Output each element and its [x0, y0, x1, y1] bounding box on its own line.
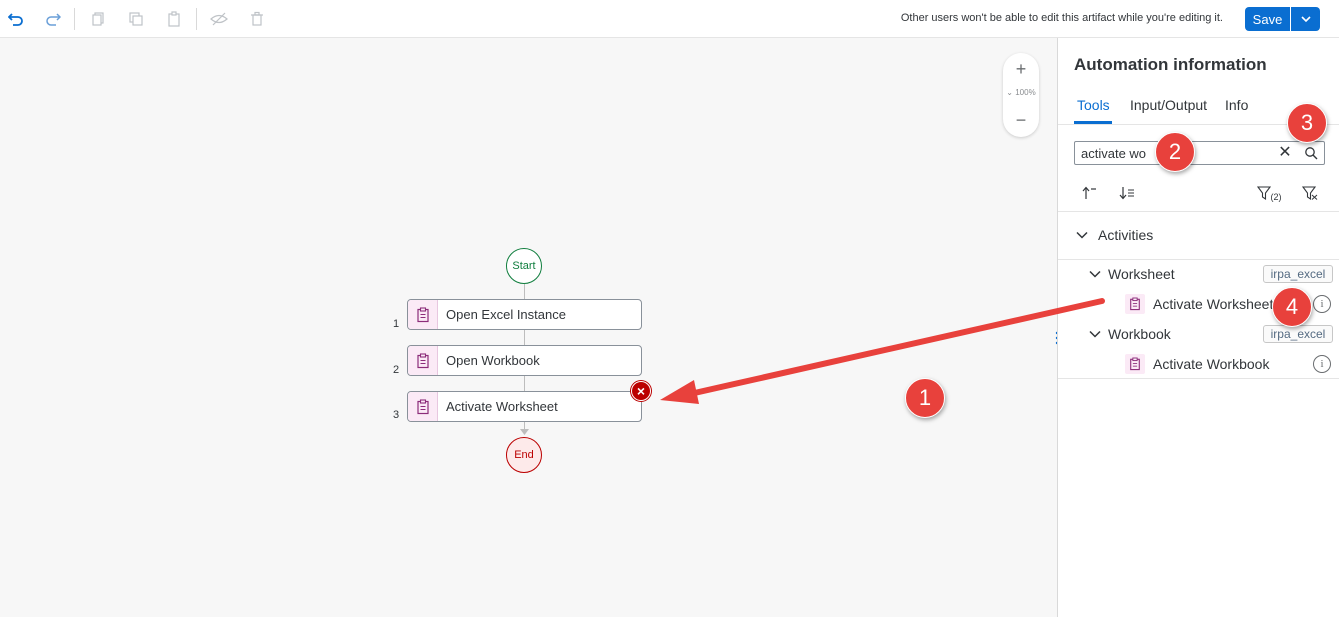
toolbar-separator	[74, 8, 75, 30]
toolbar-separator	[196, 8, 197, 30]
search-field: ✕	[1074, 141, 1325, 165]
callout-badge-1: 1	[905, 378, 945, 418]
filter-count: (2)	[1270, 192, 1282, 202]
hide-icon[interactable]	[207, 7, 231, 31]
chevron-down-icon	[1089, 270, 1101, 278]
copy-icon[interactable]	[86, 7, 110, 31]
panel-title: Automation information	[1074, 55, 1267, 74]
tab-tools[interactable]: Tools	[1077, 97, 1110, 113]
zoom-control: + ⌄ 100% −	[1003, 53, 1039, 137]
callout-badge-2: 2	[1155, 132, 1195, 172]
duplicate-icon[interactable]	[124, 7, 148, 31]
info-icon[interactable]: i	[1313, 295, 1331, 313]
activity-label: Activate Worksheet	[1153, 296, 1274, 312]
undo-icon[interactable]	[4, 7, 28, 31]
clear-search-icon[interactable]: ✕	[1276, 144, 1294, 162]
step-label: Open Workbook	[446, 353, 540, 368]
zoom-out-button[interactable]: −	[1003, 108, 1039, 132]
flow-connector	[524, 284, 525, 299]
start-node[interactable]: Start	[506, 248, 542, 284]
search-icon[interactable]	[1301, 144, 1321, 162]
clipboard-icon	[1125, 354, 1145, 374]
zoom-in-button[interactable]: +	[1003, 57, 1039, 81]
library-badge: irpa_excel	[1263, 325, 1333, 343]
redo-icon[interactable]	[41, 7, 65, 31]
activity-label: Activate Workbook	[1153, 356, 1270, 372]
error-icon[interactable]: ×	[631, 381, 651, 401]
tree-label: Worksheet	[1108, 266, 1175, 282]
tab-info[interactable]: Info	[1225, 97, 1248, 113]
save-button[interactable]: Save	[1245, 7, 1290, 31]
toolbar: Other users won't be able to edit this a…	[0, 0, 1339, 38]
flow-connector	[524, 376, 525, 391]
flow-connector	[524, 330, 525, 345]
activity-item-activate-workbook[interactable]: Activate Workbook i	[1058, 349, 1339, 379]
chevron-down-icon	[1076, 231, 1088, 239]
tab-input-output[interactable]: Input/Output	[1130, 97, 1207, 113]
app-root: Other users won't be able to edit this a…	[0, 0, 1339, 617]
callout-badge-3: 3	[1287, 103, 1327, 143]
end-node[interactable]: End	[506, 437, 542, 473]
section-divider	[1058, 211, 1339, 212]
section-divider	[1058, 378, 1339, 379]
tree-label: Activities	[1098, 227, 1154, 243]
tree-node-worksheet[interactable]: Worksheet irpa_excel	[1058, 259, 1339, 289]
library-badge: irpa_excel	[1263, 265, 1333, 283]
step-number: 1	[393, 318, 400, 330]
sort-ascending-icon[interactable]	[1078, 183, 1102, 203]
arrowhead-icon	[520, 429, 529, 435]
info-icon[interactable]: i	[1313, 355, 1331, 373]
save-button-group: Save	[1245, 7, 1320, 31]
step-number: 2	[393, 364, 400, 376]
delete-icon[interactable]	[245, 7, 269, 31]
tree-label: Workbook	[1108, 326, 1171, 342]
sort-descending-icon[interactable]	[1115, 183, 1139, 203]
zoom-level-value: 100%	[1015, 88, 1036, 97]
chevron-down-icon	[1089, 330, 1101, 338]
clipboard-icon	[1125, 294, 1145, 314]
step-label: Activate Worksheet	[446, 399, 558, 414]
filter-icon[interactable]: (2)	[1254, 183, 1284, 203]
step-activate-worksheet[interactable]: Activate Worksheet	[407, 391, 642, 422]
step-number: 3	[393, 409, 400, 421]
chevron-down-icon	[1300, 16, 1311, 23]
step-open-workbook[interactable]: Open Workbook	[407, 345, 642, 376]
save-menu-button[interactable]	[1290, 7, 1320, 31]
step-label: Open Excel Instance	[446, 307, 566, 322]
tree-node-activities[interactable]: Activities	[1058, 219, 1339, 249]
clipboard-icon	[408, 300, 438, 329]
callout-badge-4: 4	[1272, 287, 1312, 327]
step-open-excel-instance[interactable]: Open Excel Instance	[407, 299, 642, 330]
clipboard-icon	[408, 346, 438, 375]
clear-filter-icon[interactable]	[1298, 183, 1322, 203]
paste-icon[interactable]	[162, 7, 186, 31]
zoom-level[interactable]: ⌄ 100%	[1003, 88, 1039, 97]
editing-notice: Other users won't be able to edit this a…	[900, 12, 1223, 24]
clipboard-icon	[408, 392, 438, 421]
